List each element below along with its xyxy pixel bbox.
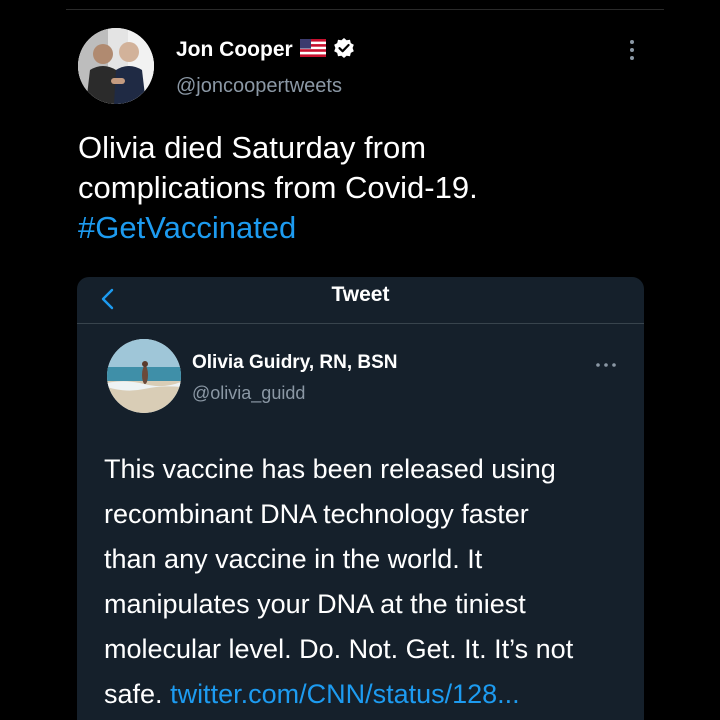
inner-author-avatar[interactable] (107, 339, 181, 413)
more-horizontal-icon[interactable] (593, 357, 619, 367)
card-header: Tweet (77, 277, 644, 324)
inner-text-line-4: manipulates your DNA at the tiniest (104, 589, 526, 619)
author-avatar[interactable] (78, 28, 154, 104)
beach-photo (107, 339, 181, 413)
inner-author-handle[interactable]: @olivia_guidd (192, 383, 305, 404)
inner-text-line-6: safe. twitter.com/CNN/status/128... (104, 672, 624, 717)
us-flag-icon (299, 38, 326, 62)
tweet-text-line-1: Olivia died Saturday from (78, 130, 427, 165)
more-vertical-icon[interactable] (623, 36, 641, 64)
tweet-text: Olivia died Saturday from complications … (78, 128, 658, 248)
inner-text-line-3: than any vaccine in the world. It (104, 544, 483, 574)
status-link[interactable]: twitter.com/CNN/status/128... (170, 679, 520, 709)
inner-tweet-text: This vaccine has been released using rec… (104, 447, 624, 717)
hashtag-link[interactable]: #GetVaccinated (78, 208, 658, 248)
tweet-text-line-2: complications from Covid-19. (78, 170, 478, 205)
author-name[interactable]: Jon Cooper (176, 38, 293, 62)
embedded-tweet-card[interactable]: Tweet Olivia Guidry, RN, BSN @olivia_gui… (77, 277, 644, 720)
inner-author-name[interactable]: Olivia Guidry, RN, BSN (192, 352, 398, 374)
inner-text-last-words: safe. (104, 679, 163, 709)
avatar-photo (78, 28, 154, 104)
inner-text-line-5: molecular level. Do. Not. Get. It. It’s … (104, 634, 574, 664)
inner-text-line-1: This vaccine has been released using (104, 454, 556, 484)
author-handle[interactable]: @joncoopertweets (176, 75, 342, 98)
author-name-row: Jon Cooper (176, 37, 355, 63)
verified-badge-icon (333, 37, 355, 64)
inner-text-line-2: recombinant DNA technology faster (104, 499, 529, 529)
card-title: Tweet (331, 283, 390, 306)
top-divider (66, 9, 664, 10)
